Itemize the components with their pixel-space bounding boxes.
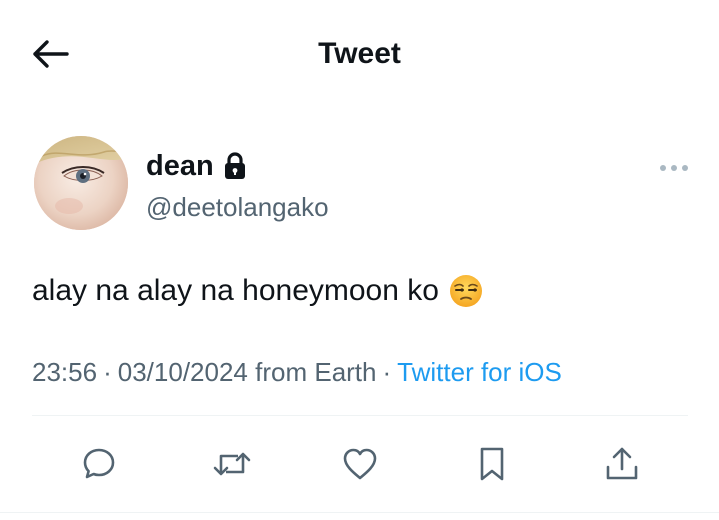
tweet-body: alay na alay na honeymoon ko [32,270,483,312]
unamused-face-emoji [449,274,483,308]
page-title: Tweet [318,37,401,70]
action-bar [0,440,719,488]
reply-button[interactable] [75,440,123,488]
retweet-icon [213,452,251,476]
separator: · [103,357,112,387]
bookmark-icon [480,447,504,481]
reply-icon [83,448,115,479]
share-button[interactable] [598,440,646,488]
author-handle[interactable]: @deetolangako [146,190,329,224]
author-display-name[interactable]: dean [146,148,214,184]
more-options-button[interactable] [655,156,693,180]
avatar-photo [34,136,128,230]
tweet-metadata: 23:56 · 03/10/2024 from Earth · Twitter for … [32,354,562,390]
tweet-text: alay na alay na honeymoon ko [32,274,439,307]
bookmark-button[interactable] [468,440,516,488]
author-row: dean [146,148,247,184]
like-button[interactable] [336,440,384,488]
retweet-button[interactable] [208,440,256,488]
lock-icon [223,151,247,181]
tweet-time: 23:56 [32,357,98,387]
separator: · [382,357,392,387]
top-bar: Tweet [0,0,719,105]
tweet-location: from Earth [255,357,377,387]
more-horizontal-icon [660,165,688,171]
divider [0,512,719,513]
avatar[interactable] [34,136,128,230]
share-icon [606,447,638,480]
source-link[interactable]: Twitter for iOS [397,357,562,387]
like-icon [343,448,377,480]
divider [32,415,688,416]
tweet-date: 03/10/2024 [117,357,248,387]
